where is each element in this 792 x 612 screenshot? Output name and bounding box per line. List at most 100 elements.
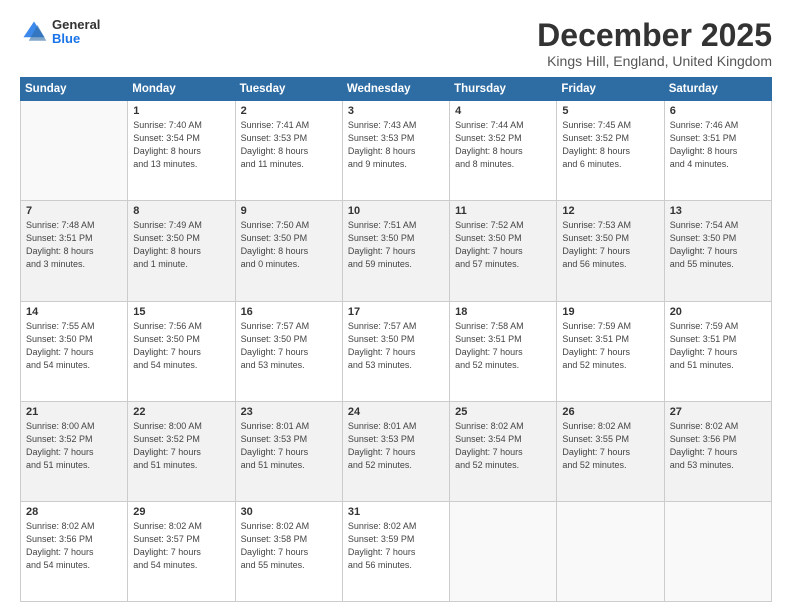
- day-number: 29: [133, 506, 229, 518]
- day-number: 18: [455, 306, 551, 318]
- col-thursday: Thursday: [450, 78, 557, 101]
- day-info: Sunrise: 7:52 AM Sunset: 3:50 PM Dayligh…: [455, 219, 551, 271]
- day-info: Sunrise: 7:57 AM Sunset: 3:50 PM Dayligh…: [241, 320, 337, 372]
- calendar-header-row: Sunday Monday Tuesday Wednesday Thursday…: [21, 78, 772, 101]
- table-row: 7Sunrise: 7:48 AM Sunset: 3:51 PM Daylig…: [21, 201, 128, 301]
- table-row: [21, 101, 128, 201]
- day-info: Sunrise: 8:02 AM Sunset: 3:59 PM Dayligh…: [348, 520, 444, 572]
- day-info: Sunrise: 7:48 AM Sunset: 3:51 PM Dayligh…: [26, 219, 122, 271]
- table-row: 4 Sunrise: 7:44 AM Sunset: 3:52 PM Daylig…: [450, 101, 557, 201]
- table-row: 27Sunrise: 8:02 AM Sunset: 3:56 PM Dayli…: [664, 401, 771, 501]
- table-row: 31 Sunrise: 8:02 AM Sunset: 3:59 PM Dayli…: [342, 501, 449, 601]
- table-row: 3 Sunrise: 7:43 AM Sunset: 3:53 PM Daylig…: [342, 101, 449, 201]
- day-info: Sunrise: 7:54 AM Sunset: 3:50 PM Dayligh…: [670, 219, 766, 271]
- table-row: 22Sunrise: 8:00 AM Sunset: 3:52 PM Dayli…: [128, 401, 235, 501]
- table-row: 24 Sunrise: 8:01 AM Sunset: 3:53 PM Dayli…: [342, 401, 449, 501]
- day-info: Sunrise: 7:57 AM Sunset: 3:50 PM Dayligh…: [348, 320, 444, 372]
- day-number: 2: [241, 105, 337, 117]
- day-number: 20: [670, 306, 766, 318]
- day-info: Sunrise: 7:46 AM Sunset: 3:51 PM Dayligh…: [670, 119, 766, 171]
- day-number: 3: [348, 105, 444, 117]
- calendar-week-row: 14 Sunrise: 7:55 AM Sunset: 3:50 PM Dayli…: [21, 301, 772, 401]
- day-number: 17: [348, 306, 444, 318]
- calendar-table: Sunday Monday Tuesday Wednesday Thursday…: [20, 77, 772, 602]
- day-number: 14: [26, 306, 122, 318]
- day-info: Sunrise: 8:00 AM Sunset: 3:52 PM Dayligh…: [26, 420, 122, 472]
- table-row: 23 Sunrise: 8:01 AM Sunset: 3:53 PM Dayli…: [235, 401, 342, 501]
- table-row: 18 Sunrise: 7:58 AM Sunset: 3:51 PM Dayli…: [450, 301, 557, 401]
- day-number: 26: [562, 406, 658, 418]
- day-number: 6: [670, 105, 766, 117]
- day-number: 8: [133, 205, 229, 217]
- table-row: 21 Sunrise: 8:00 AM Sunset: 3:52 PM Dayli…: [21, 401, 128, 501]
- table-row: 15 Sunrise: 7:56 AM Sunset: 3:50 PM Dayli…: [128, 301, 235, 401]
- table-row: 12Sunrise: 7:53 AM Sunset: 3:50 PM Dayli…: [557, 201, 664, 301]
- col-saturday: Saturday: [664, 78, 771, 101]
- day-info: Sunrise: 8:02 AM Sunset: 3:56 PM Dayligh…: [26, 520, 122, 572]
- table-row: 25 Sunrise: 8:02 AM Sunset: 3:54 PM Dayli…: [450, 401, 557, 501]
- table-row: 5Sunrise: 7:45 AM Sunset: 3:52 PM Daylig…: [557, 101, 664, 201]
- day-info: Sunrise: 7:49 AM Sunset: 3:50 PM Dayligh…: [133, 219, 229, 271]
- day-info: Sunrise: 7:59 AM Sunset: 3:51 PM Dayligh…: [670, 320, 766, 372]
- table-row: 10Sunrise: 7:51 AM Sunset: 3:50 PM Dayli…: [342, 201, 449, 301]
- col-friday: Friday: [557, 78, 664, 101]
- day-number: 15: [133, 306, 229, 318]
- day-info: Sunrise: 8:01 AM Sunset: 3:53 PM Dayligh…: [348, 420, 444, 472]
- table-row: 9 Sunrise: 7:50 AM Sunset: 3:50 PM Daylig…: [235, 201, 342, 301]
- day-info: Sunrise: 7:45 AM Sunset: 3:52 PM Dayligh…: [562, 119, 658, 171]
- day-number: 31: [348, 506, 444, 518]
- day-number: 13: [670, 205, 766, 217]
- title-block: December 2025 Kings Hill, England, Unite…: [537, 18, 772, 69]
- day-number: 4: [455, 105, 551, 117]
- table-row: 19Sunrise: 7:59 AM Sunset: 3:51 PM Dayli…: [557, 301, 664, 401]
- table-row: 30 Sunrise: 8:02 AM Sunset: 3:58 PM Dayli…: [235, 501, 342, 601]
- logo-text: General Blue: [52, 18, 100, 47]
- calendar-week-row: 21 Sunrise: 8:00 AM Sunset: 3:52 PM Dayli…: [21, 401, 772, 501]
- location: Kings Hill, England, United Kingdom: [537, 53, 772, 69]
- day-number: 1: [133, 105, 229, 117]
- day-info: Sunrise: 7:44 AM Sunset: 3:52 PM Dayligh…: [455, 119, 551, 171]
- day-info: Sunrise: 8:02 AM Sunset: 3:55 PM Dayligh…: [562, 420, 658, 472]
- day-number: 30: [241, 506, 337, 518]
- day-info: Sunrise: 8:01 AM Sunset: 3:53 PM Dayligh…: [241, 420, 337, 472]
- day-info: Sunrise: 8:00 AM Sunset: 3:52 PM Dayligh…: [133, 420, 229, 472]
- table-row: 11Sunrise: 7:52 AM Sunset: 3:50 PM Dayli…: [450, 201, 557, 301]
- logo: General Blue: [20, 18, 100, 47]
- day-number: 25: [455, 406, 551, 418]
- day-info: Sunrise: 7:51 AM Sunset: 3:50 PM Dayligh…: [348, 219, 444, 271]
- logo-icon: [20, 18, 48, 46]
- day-info: Sunrise: 8:02 AM Sunset: 3:54 PM Dayligh…: [455, 420, 551, 472]
- day-number: 16: [241, 306, 337, 318]
- table-row: 1 Sunrise: 7:40 AM Sunset: 3:54 PM Daylig…: [128, 101, 235, 201]
- table-row: 2Sunrise: 7:41 AM Sunset: 3:53 PM Daylig…: [235, 101, 342, 201]
- day-info: Sunrise: 8:02 AM Sunset: 3:58 PM Dayligh…: [241, 520, 337, 572]
- page: General Blue December 2025 Kings Hill, E…: [0, 0, 792, 612]
- day-info: Sunrise: 8:02 AM Sunset: 3:57 PM Dayligh…: [133, 520, 229, 572]
- day-number: 24: [348, 406, 444, 418]
- table-row: 13 Sunrise: 7:54 AM Sunset: 3:50 PM Dayli…: [664, 201, 771, 301]
- day-info: Sunrise: 7:55 AM Sunset: 3:50 PM Dayligh…: [26, 320, 122, 372]
- day-info: Sunrise: 7:43 AM Sunset: 3:53 PM Dayligh…: [348, 119, 444, 171]
- day-info: Sunrise: 7:40 AM Sunset: 3:54 PM Dayligh…: [133, 119, 229, 171]
- table-row: 17 Sunrise: 7:57 AM Sunset: 3:50 PM Dayli…: [342, 301, 449, 401]
- day-number: 23: [241, 406, 337, 418]
- table-row: [664, 501, 771, 601]
- col-wednesday: Wednesday: [342, 78, 449, 101]
- day-info: Sunrise: 7:58 AM Sunset: 3:51 PM Dayligh…: [455, 320, 551, 372]
- table-row: 29 Sunrise: 8:02 AM Sunset: 3:57 PM Dayli…: [128, 501, 235, 601]
- day-number: 9: [241, 205, 337, 217]
- calendar-week-row: 7Sunrise: 7:48 AM Sunset: 3:51 PM Daylig…: [21, 201, 772, 301]
- table-row: 14 Sunrise: 7:55 AM Sunset: 3:50 PM Dayli…: [21, 301, 128, 401]
- table-row: [557, 501, 664, 601]
- calendar-week-row: 28Sunrise: 8:02 AM Sunset: 3:56 PM Dayli…: [21, 501, 772, 601]
- day-number: 19: [562, 306, 658, 318]
- header: General Blue December 2025 Kings Hill, E…: [20, 18, 772, 69]
- day-info: Sunrise: 8:02 AM Sunset: 3:56 PM Dayligh…: [670, 420, 766, 472]
- table-row: [450, 501, 557, 601]
- day-info: Sunrise: 7:56 AM Sunset: 3:50 PM Dayligh…: [133, 320, 229, 372]
- logo-blue: Blue: [52, 32, 100, 46]
- table-row: 16 Sunrise: 7:57 AM Sunset: 3:50 PM Dayli…: [235, 301, 342, 401]
- day-info: Sunrise: 7:50 AM Sunset: 3:50 PM Dayligh…: [241, 219, 337, 271]
- day-number: 21: [26, 406, 122, 418]
- col-monday: Monday: [128, 78, 235, 101]
